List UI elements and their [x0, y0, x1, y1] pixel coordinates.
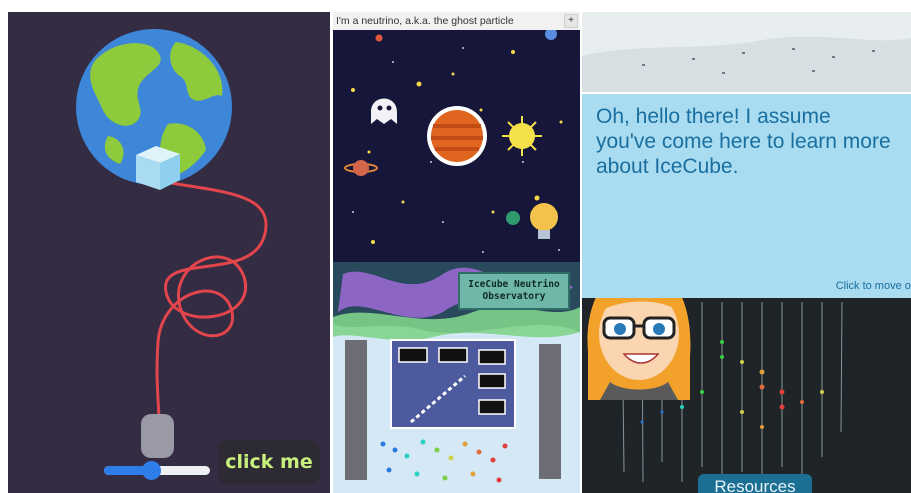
dialog-box[interactable]: Oh, hello there! I assume you've come he…	[582, 92, 911, 298]
earth-cable-panel: click me	[8, 12, 330, 493]
right-tower	[539, 344, 561, 479]
observatory-sign: IceCube Neutrino Observatory	[458, 272, 570, 310]
icecube-guide-panel: Oh, hello there! I assume you've come he…	[582, 12, 911, 493]
click-to-move-on-link[interactable]: Click to move on	[836, 280, 911, 292]
lightbulb-icon[interactable]	[530, 203, 558, 231]
panel-title: I'm a neutrino, a.k.a. the ghost particl…	[333, 12, 580, 30]
click-me-button[interactable]: click me	[218, 440, 320, 484]
ghost-icon[interactable]	[371, 98, 397, 125]
ghost-particle-panel: I'm a neutrino, a.k.a. the ghost particl…	[333, 12, 580, 493]
network-cable	[155, 180, 268, 433]
tiny-planet-icon	[375, 34, 383, 42]
left-tower	[345, 340, 367, 480]
mouse-icon[interactable]	[141, 414, 174, 458]
resources-button[interactable]: Resources	[698, 474, 812, 493]
add-button[interactable]: +	[564, 14, 578, 28]
space-scene	[333, 28, 580, 493]
dialog-text: Oh, hello there! I assume you've come he…	[596, 105, 891, 178]
tiny-earth-icon	[506, 211, 520, 225]
earth-illustration	[76, 29, 268, 458]
